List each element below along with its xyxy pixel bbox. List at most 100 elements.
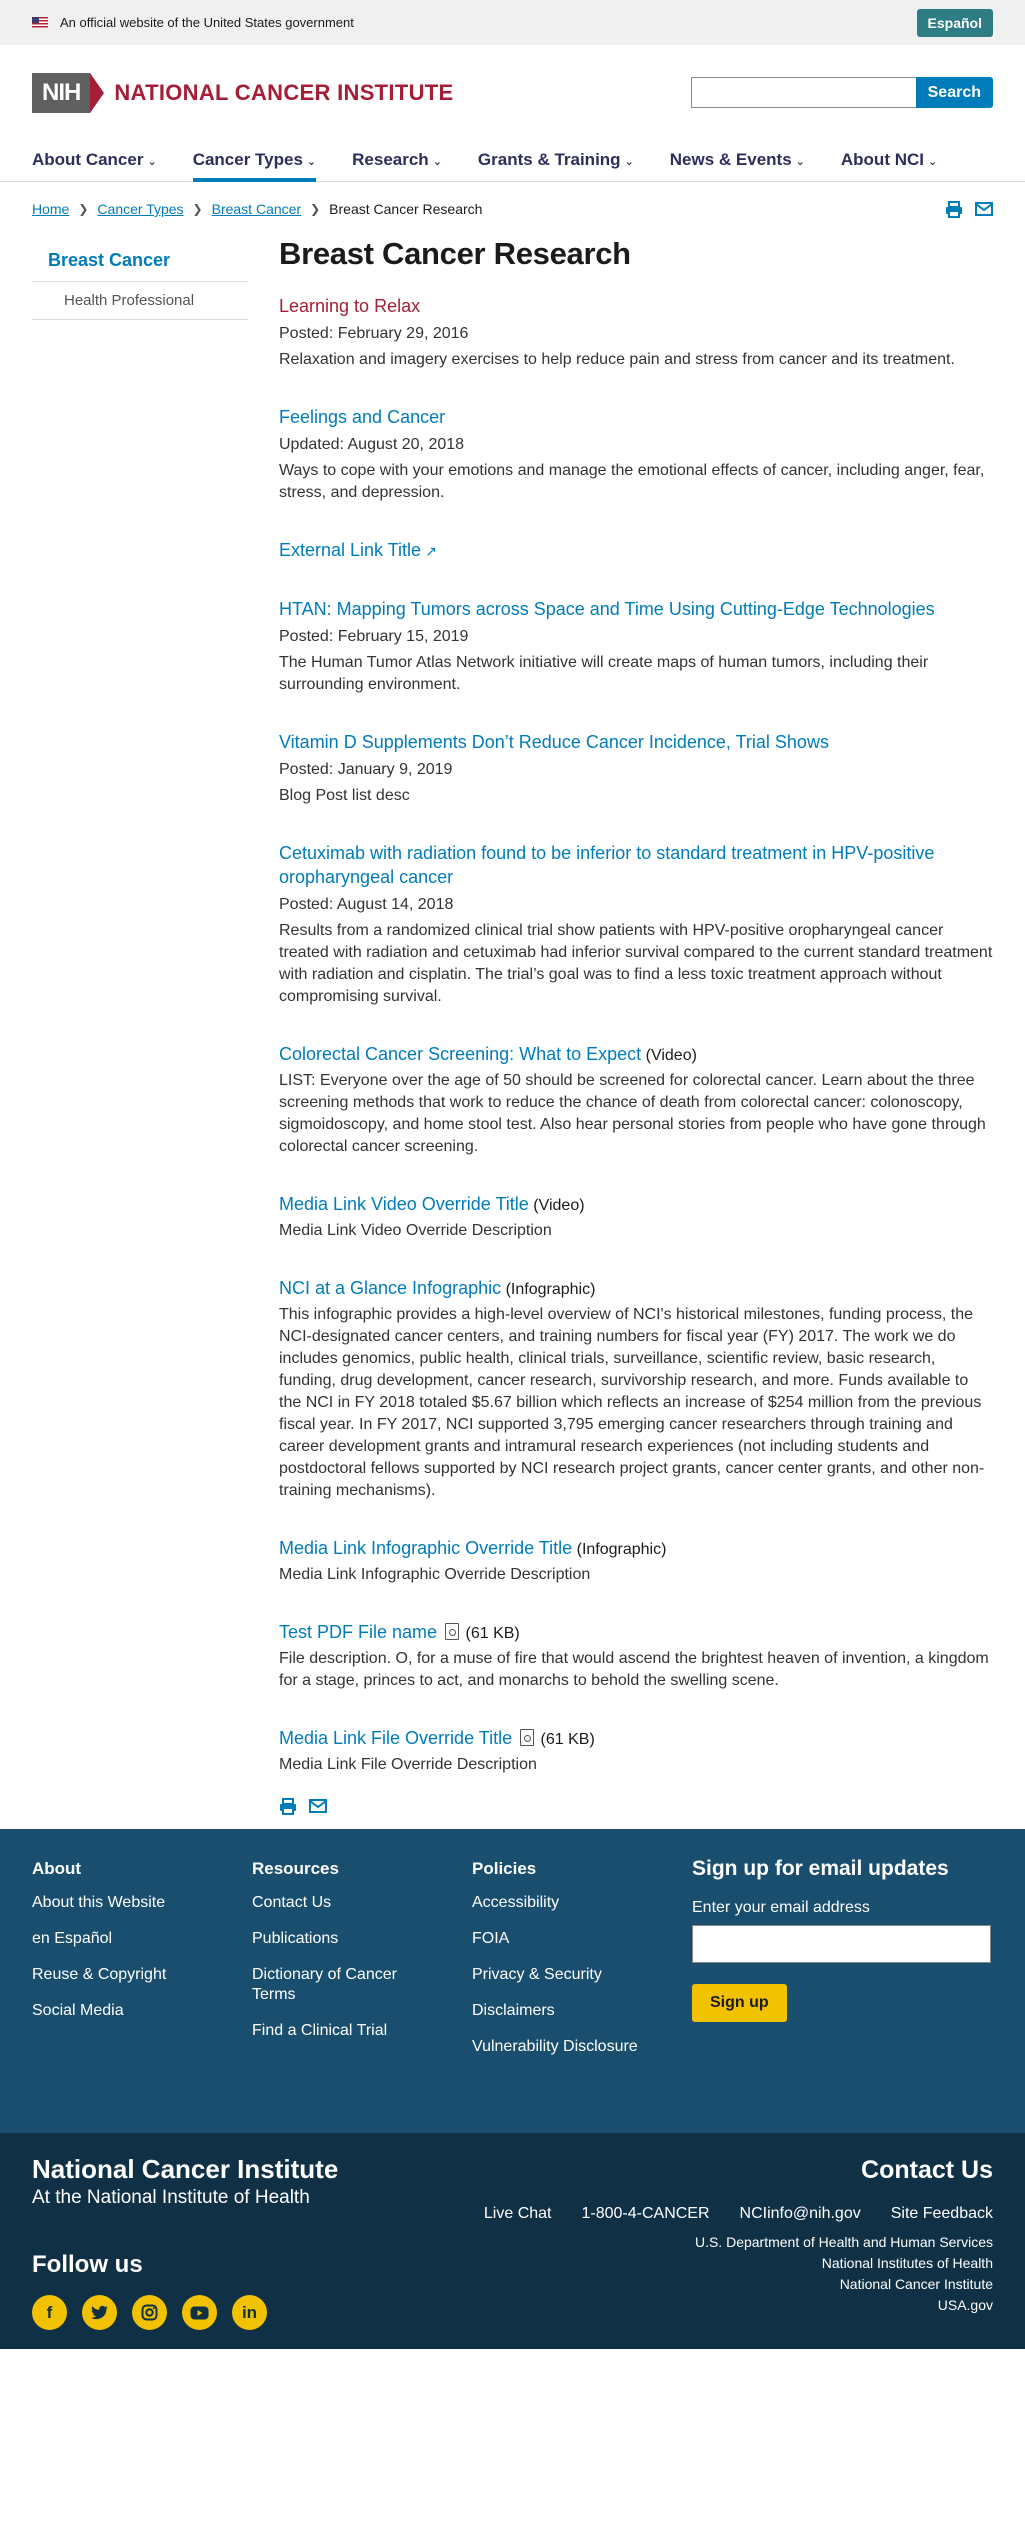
list-item-title[interactable]: Feelings and Cancer	[279, 407, 445, 427]
list-item-date: Posted: August 14, 2018	[279, 896, 454, 913]
footer-link[interactable]: Contact Us	[252, 1893, 472, 1913]
facebook-icon[interactable]: f	[32, 2295, 67, 2330]
footer-link[interactable]: Accessibility	[472, 1893, 692, 1913]
list-item-title[interactable]: Media Link Infographic Override Title	[279, 1538, 572, 1558]
list-item: Media Link Infographic Override Title (I…	[279, 1536, 993, 1586]
nav-cancer-types[interactable]: Cancer Types ⌄	[192, 140, 317, 182]
nav-label: About Cancer	[32, 150, 144, 169]
email-link[interactable]: NCIinfo@nih.gov	[740, 2205, 861, 2223]
media-type-label: (Infographic)	[576, 1541, 667, 1558]
hhs-link[interactable]: U.S. Department of Health and Human Serv…	[695, 2232, 993, 2253]
footer-heading: Resources	[252, 1859, 339, 1878]
footer-link[interactable]: Publications	[252, 1929, 472, 1949]
list-item-description: LIST: Everyone over the age of 50 should…	[279, 1072, 986, 1155]
list-item: Vitamin D Supplements Don’t Reduce Cance…	[279, 730, 993, 807]
breadcrumb-breast-cancer[interactable]: Breast Cancer	[212, 201, 301, 217]
list-item: Colorectal Cancer Screening: What to Exp…	[279, 1042, 993, 1158]
print-icon[interactable]	[945, 200, 963, 218]
list-item-date: Posted: February 15, 2019	[279, 628, 469, 645]
phone-link[interactable]: 1-800-4-CANCER	[581, 2205, 709, 2223]
list-item-title[interactable]: Vitamin D Supplements Don’t Reduce Cance…	[279, 732, 829, 752]
sidebar: Breast Cancer Health Professional	[32, 230, 248, 1829]
nav-label: Grants & Training	[477, 150, 621, 169]
external-link-icon: ↗	[425, 543, 437, 559]
youtube-icon[interactable]	[182, 2295, 217, 2330]
sidebar-item-health-professional[interactable]: Health Professional	[32, 282, 248, 320]
footer-link[interactable]: Disclaimers	[472, 2001, 692, 2021]
list-item: Test PDF File name (61 KB) File descript…	[279, 1620, 993, 1692]
nih-link[interactable]: National Institutes of Health	[695, 2253, 993, 2274]
footer-link[interactable]: Reuse & Copyright	[32, 1965, 252, 1985]
footer-link[interactable]: Privacy & Security	[472, 1965, 692, 1985]
file-size: (61 KB)	[540, 1731, 595, 1748]
twitter-icon[interactable]	[82, 2295, 117, 2330]
footer-link[interactable]: Find a Clinical Trial	[252, 2021, 472, 2041]
site-footer: About About this Website en Español Reus…	[0, 1829, 1025, 2133]
list-item-title[interactable]: Cetuximab with radiation found to be inf…	[279, 843, 934, 887]
footer-heading: Policies	[472, 1859, 537, 1878]
usagov-link[interactable]: USA.gov	[695, 2295, 993, 2316]
footer-policies: Policies Accessibility FOIA Privacy & Se…	[472, 1859, 692, 2073]
list-item-title[interactable]: Test PDF File name	[279, 1622, 437, 1642]
footer-link[interactable]: Social Media	[32, 2001, 252, 2021]
list-item-title[interactable]: Colorectal Cancer Screening: What to Exp…	[279, 1044, 641, 1064]
list-item-description: Media Link Video Override Description	[279, 1222, 552, 1239]
media-type-label: (Video)	[645, 1047, 697, 1064]
list-item-date: Posted: January 9, 2019	[279, 761, 453, 778]
search-input[interactable]	[690, 77, 916, 108]
chevron-down-icon: ⌄	[432, 156, 442, 168]
signup-button[interactable]: Sign up	[692, 1984, 787, 2022]
nav-label: News & Events	[669, 150, 792, 169]
search-button[interactable]: Search	[915, 77, 993, 108]
nav-about-cancer[interactable]: About Cancer ⌄	[32, 140, 157, 182]
breadcrumb-current: Breast Cancer Research	[329, 201, 483, 217]
list-item-title[interactable]: Learning to Relax	[279, 296, 420, 316]
espanol-button[interactable]: Español	[916, 8, 993, 37]
nav-news-events[interactable]: News & Events ⌄	[670, 140, 805, 182]
page-content: Breast Cancer Health Professional Breast…	[0, 230, 1025, 1829]
sidebar-item-breast-cancer[interactable]: Breast Cancer	[32, 238, 248, 282]
footer-bottom: National Cancer Institute At the Nationa…	[0, 2133, 1025, 2349]
list-item-title[interactable]: NCI at a Glance Infographic	[279, 1278, 501, 1298]
footer-link[interactable]: FOIA	[472, 1929, 692, 1949]
email-icon[interactable]	[309, 1798, 327, 1815]
list-item-title[interactable]: Media Link File Override Title	[279, 1728, 512, 1748]
nav-research[interactable]: Research ⌄	[352, 140, 442, 182]
file-size: (61 KB)	[465, 1625, 520, 1642]
breadcrumb-cancer-types[interactable]: Cancer Types	[97, 201, 183, 217]
nih-abbr: NIH	[32, 72, 91, 113]
linkedin-icon[interactable]: in	[232, 2295, 267, 2330]
list-item-description: This infographic provides a high-level o…	[279, 1306, 985, 1499]
breadcrumb-home[interactable]: Home	[32, 201, 69, 217]
nci-logo[interactable]: NIH NATIONAL CANCER INSTITUTE	[32, 72, 453, 113]
footer-link[interactable]: en Español	[32, 1929, 252, 1949]
email-icon[interactable]	[975, 201, 993, 218]
footer-link[interactable]: About this Website	[32, 1893, 252, 1913]
chevron-right-icon: ❯	[310, 202, 321, 216]
chevron-down-icon: ⌄	[624, 156, 634, 168]
list-item-title[interactable]: Media Link Video Override Title	[279, 1194, 529, 1214]
contact-us: Contact Us Live Chat 1-800-4-CANCER NCIi…	[484, 2156, 993, 2223]
list-item: Media Link Video Override Title (Video) …	[279, 1192, 993, 1242]
list-item-date: Posted: February 29, 2016	[279, 325, 469, 342]
nav-grants-training[interactable]: Grants & Training ⌄	[478, 140, 634, 182]
nav-label: Cancer Types	[192, 150, 303, 169]
search-form: Search	[690, 77, 993, 108]
nav-about-nci[interactable]: About NCI ⌄	[841, 140, 937, 182]
nci-link[interactable]: National Cancer Institute	[695, 2274, 993, 2295]
footer-resources: Resources Contact Us Publications Dictio…	[252, 1859, 472, 2073]
print-icon[interactable]	[279, 1798, 297, 1815]
email-field[interactable]	[692, 1925, 991, 1963]
list-item-title[interactable]: HTAN: Mapping Tumors across Space and Ti…	[279, 599, 935, 619]
site-feedback-link[interactable]: Site Feedback	[891, 2205, 993, 2223]
instagram-icon[interactable]	[132, 2295, 167, 2330]
list-item-description: Ways to cope with your emotions and mana…	[279, 462, 985, 501]
list-item: Cetuximab with radiation found to be inf…	[279, 841, 993, 1008]
us-flag-icon	[32, 17, 48, 28]
gov-banner: An official website of the United States…	[0, 0, 1025, 45]
external-link-title[interactable]: External Link Title ↗	[279, 540, 437, 560]
live-chat-link[interactable]: Live Chat	[484, 2205, 552, 2223]
footer-link[interactable]: Vulnerability Disclosure	[472, 2037, 692, 2057]
footer-link[interactable]: Dictionary of Cancer Terms	[252, 1965, 422, 2005]
agency-links: U.S. Department of Health and Human Serv…	[695, 2232, 993, 2316]
